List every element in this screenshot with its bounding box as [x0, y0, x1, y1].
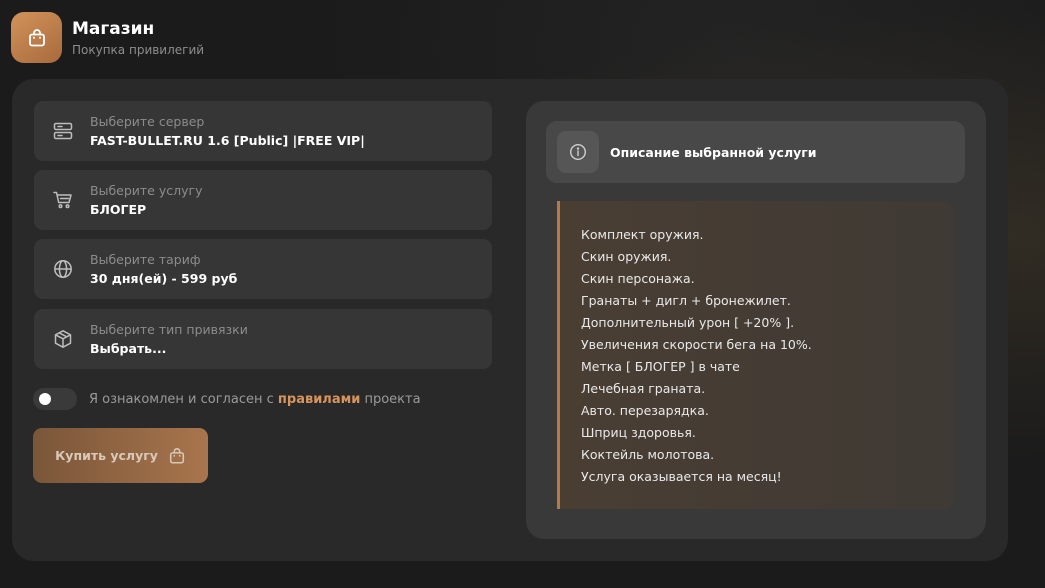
service-select-value: БЛОГЕР — [90, 201, 147, 217]
tariff-select[interactable]: Выберите тариф 30 дня(ей) - 599 руб — [34, 239, 492, 299]
tariff-select-label: Выберите тариф — [90, 251, 201, 267]
agreement-text: Я ознакомлен и согласен с правилами прое… — [89, 392, 421, 407]
binding-select-label: Выберите тип привязки — [90, 321, 248, 337]
service-select[interactable]: Выберите услугу БЛОГЕР — [34, 170, 492, 230]
description-list: Комплект оружия. Скин оружия. Скин персо… — [557, 201, 954, 509]
tariff-select-value: 30 дня(ей) - 599 руб — [90, 270, 238, 286]
buy-service-button[interactable]: Купить услугу — [33, 428, 208, 483]
list-item: Гранаты + дигл + бронежилет. — [581, 293, 791, 308]
rules-link[interactable]: правилами — [278, 392, 360, 407]
cart-icon — [53, 190, 73, 210]
list-item: Комплект оружия. — [581, 227, 704, 242]
server-select-label: Выберите сервер — [90, 113, 205, 129]
toggle-knob — [39, 393, 51, 405]
shopping-bag-icon — [168, 447, 186, 465]
agreement-row: Я ознакомлен и согласен с правилами прое… — [33, 388, 421, 410]
description-title: Описание выбранной услуги — [610, 144, 817, 160]
shopping-bag-icon — [11, 12, 62, 63]
list-item: Скин персонажа. — [581, 271, 695, 286]
list-item: Услуга оказывается на месяц! — [581, 469, 782, 484]
box-icon — [53, 329, 73, 349]
server-select[interactable]: Выберите сервер FAST-BULLET.RU 1.6 [Publ… — [34, 101, 492, 161]
list-item: Коктейль молотова. — [581, 447, 715, 462]
server-select-value: FAST-BULLET.RU 1.6 [Public] |FREE VIP| — [90, 132, 365, 148]
service-select-label: Выберите услугу — [90, 182, 203, 198]
agreement-toggle[interactable] — [33, 388, 77, 410]
list-item: Дополнительный урон [ +20% ]. — [581, 315, 795, 330]
agreement-text-after: проекта — [360, 391, 421, 407]
server-icon — [53, 121, 73, 141]
list-item: Шприц здоровья. — [581, 425, 696, 440]
binding-select[interactable]: Выберите тип привязки Выбрать... — [34, 309, 492, 369]
page-subtitle: Покупка привилегий — [72, 43, 205, 57]
list-item: Лечебная граната. — [581, 381, 706, 396]
binding-select-value: Выбрать... — [90, 340, 167, 356]
list-item: Скин оружия. — [581, 249, 672, 264]
shop-panel: Выберите сервер FAST-BULLET.RU 1.6 [Publ… — [12, 79, 1008, 561]
buy-button-label: Купить услугу — [55, 448, 158, 463]
description-header: Описание выбранной услуги — [546, 121, 965, 183]
page-header: Магазин Покупка привилегий — [11, 12, 204, 63]
list-item: Авто. перезарядка. — [581, 403, 709, 418]
info-icon — [557, 131, 599, 173]
globe-icon — [53, 259, 73, 279]
list-item: Увеличения скорости бега на 10%. — [581, 337, 812, 352]
list-item: Метка [ БЛОГЕР ] в чате — [581, 359, 740, 374]
agreement-text-before: Я ознакомлен и согласен с — [89, 391, 278, 407]
service-description-card: Описание выбранной услуги Комплект оружи… — [526, 101, 986, 539]
page-title: Магазин — [72, 19, 155, 39]
